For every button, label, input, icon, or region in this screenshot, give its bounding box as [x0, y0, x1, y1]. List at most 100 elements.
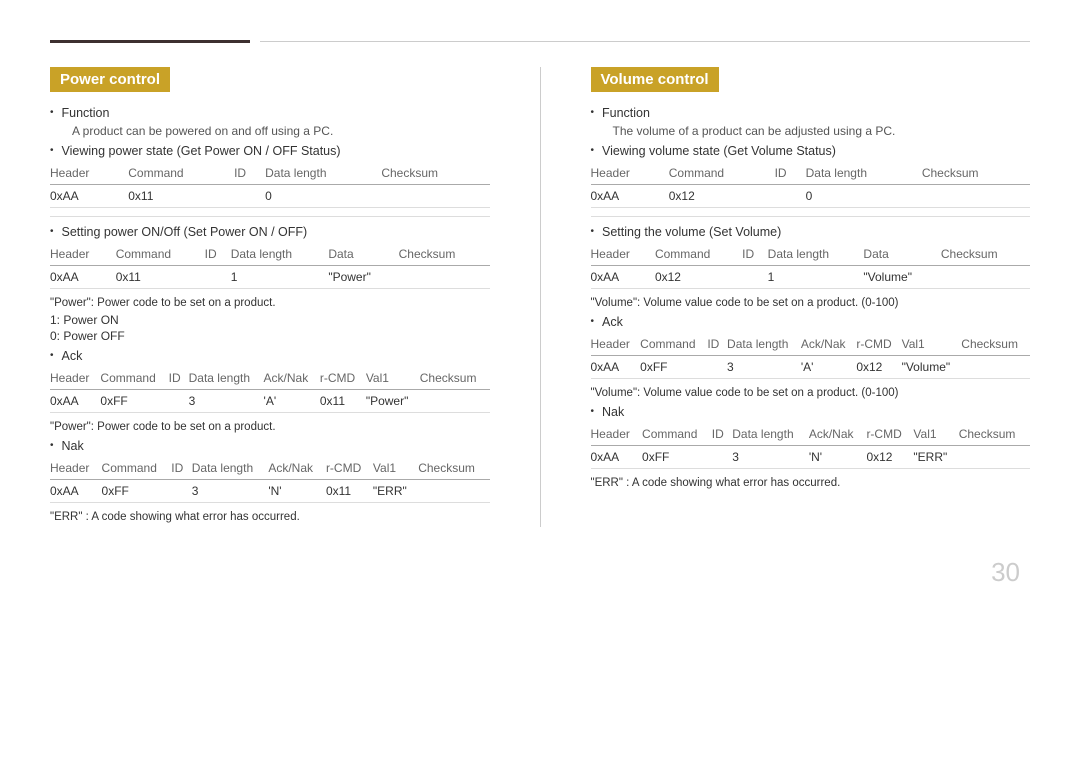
power-control-title: Power control	[50, 67, 170, 92]
td-checksum	[381, 185, 489, 208]
td-command: 0x11	[128, 185, 234, 208]
power-note1: "Power": Power code to be set on a produ…	[50, 297, 490, 309]
vth-acknak4: Ack/Nak	[809, 423, 867, 446]
vth-datalength2: Data length	[768, 243, 864, 266]
vtd-id	[707, 356, 727, 379]
vol-ack-bullet: • Ack	[591, 315, 1031, 329]
function-desc: A product can be powered on and off usin…	[72, 124, 490, 138]
vtd-header: 0xAA	[591, 185, 669, 208]
table-row: 0xAA 0xFF 3 'N' 0x11 "ERR"	[50, 480, 490, 503]
volume-table2: Header Command ID Data length Data Check…	[591, 243, 1031, 289]
th-datalength: Data length	[265, 162, 381, 185]
td-id	[234, 185, 265, 208]
vtd-rcmd: 0x12	[866, 446, 913, 469]
ack-bullet: • Ack	[50, 349, 490, 363]
td-header: 0xAA	[50, 266, 116, 289]
vtd-header: 0xAA	[591, 446, 643, 469]
vtd-id	[742, 266, 768, 289]
table-row: 0xAA 0x11 1 "Power"	[50, 266, 490, 289]
vtd-command: 0x12	[655, 266, 742, 289]
vth-header3: Header	[591, 333, 641, 356]
td-id	[171, 480, 191, 503]
top-line-thick	[50, 40, 250, 43]
bullet-dot-v4: •	[591, 316, 595, 327]
vtd-command: 0xFF	[640, 356, 707, 379]
vtd-val1: "Volume"	[902, 356, 962, 379]
vth-checksum4: Checksum	[959, 423, 1030, 446]
bullet-dot-v2: •	[591, 145, 595, 156]
td-id	[169, 390, 189, 413]
volume-table1: Header Command ID Data length Checksum 0…	[591, 162, 1031, 208]
vth-command3: Command	[640, 333, 707, 356]
vol-function-bullet: • Function	[591, 106, 1031, 120]
viewing-state-label: Viewing power state (Get Power ON / OFF …	[62, 144, 341, 158]
vth-rcmd3: r-CMD	[856, 333, 901, 356]
vth-checksum3: Checksum	[961, 333, 1030, 356]
page-number: 30	[50, 557, 1030, 588]
vtd-checksum	[959, 446, 1030, 469]
td-data: "Power"	[328, 266, 398, 289]
vtd-rcmd: 0x12	[856, 356, 901, 379]
vth-val14: Val1	[913, 423, 958, 446]
td-checksum	[399, 266, 490, 289]
bullet-dot2: •	[50, 145, 54, 156]
vth-checksum2: Checksum	[941, 243, 1030, 266]
td-command: 0x11	[116, 266, 205, 289]
vtd-checksum	[961, 356, 1030, 379]
vtd-id	[775, 185, 806, 208]
vth-data2: Data	[863, 243, 940, 266]
vth-header: Header	[591, 162, 669, 185]
bullet-dot4: •	[50, 350, 54, 361]
td-rcmd: 0x11	[320, 390, 366, 413]
power-table3: Header Command ID Data length Ack/Nak r-…	[50, 367, 490, 413]
power-err-note: "ERR" : A code showing what error has oc…	[50, 511, 490, 523]
vtd-id	[712, 446, 732, 469]
power-control-section: Power control • Function A product can b…	[50, 67, 490, 527]
vtd-datalength: 0	[806, 185, 922, 208]
top-line	[50, 40, 1030, 43]
vth-id3: ID	[707, 333, 727, 356]
td-acknak: 'A'	[264, 390, 320, 413]
th-checksum3: Checksum	[420, 367, 490, 390]
th-checksum4: Checksum	[418, 457, 489, 480]
vol-setting-bullet: • Setting the volume (Set Volume)	[591, 225, 1031, 239]
vth-datalength4: Data length	[732, 423, 809, 446]
power-list2: 0: Power OFF	[50, 329, 490, 343]
td-val1: "Power"	[366, 390, 420, 413]
td-id	[205, 266, 231, 289]
th-id2: ID	[205, 243, 231, 266]
vtd-acknak: 'N'	[809, 446, 867, 469]
ack-label: Ack	[62, 349, 83, 363]
vth-header2: Header	[591, 243, 655, 266]
vtd-val1: "ERR"	[913, 446, 958, 469]
top-line-thin	[260, 41, 1030, 42]
vtd-datalength: 3	[727, 356, 801, 379]
main-content: Power control • Function A product can b…	[50, 67, 1030, 527]
td-checksum	[418, 480, 489, 503]
volume-control-section: Volume control • Function The volume of …	[591, 67, 1031, 527]
nak-bullet: • Nak	[50, 439, 490, 453]
td-rcmd: 0x11	[326, 480, 373, 503]
vol-nak-label: Nak	[602, 405, 624, 419]
td-header: 0xAA	[50, 390, 100, 413]
power-note2: "Power": Power code to be set on a produ…	[50, 421, 490, 433]
bullet-dot: •	[50, 107, 54, 118]
setting-bullet: • Setting power ON/Off (Set Power ON / O…	[50, 225, 490, 239]
th-command2: Command	[116, 243, 205, 266]
th-val14: Val1	[373, 457, 418, 480]
td-datalength: 1	[231, 266, 329, 289]
table-row: 0xAA 0x11 0	[50, 185, 490, 208]
th-checksum2: Checksum	[399, 243, 490, 266]
th-checksum: Checksum	[381, 162, 489, 185]
vtd-header: 0xAA	[591, 356, 641, 379]
th-val13: Val1	[366, 367, 420, 390]
vth-datalength3: Data length	[727, 333, 801, 356]
bullet-dot-v3: •	[591, 226, 595, 237]
vol-err-note: "ERR" : A code showing what error has oc…	[591, 477, 1031, 489]
vol-note1: "Volume": Volume value code to be set on…	[591, 297, 1031, 309]
td-checksum	[420, 390, 490, 413]
th-header2: Header	[50, 243, 116, 266]
vth-command: Command	[669, 162, 775, 185]
th-rcmd3: r-CMD	[320, 367, 366, 390]
power-table1: Header Command ID Data length Checksum 0…	[50, 162, 490, 208]
